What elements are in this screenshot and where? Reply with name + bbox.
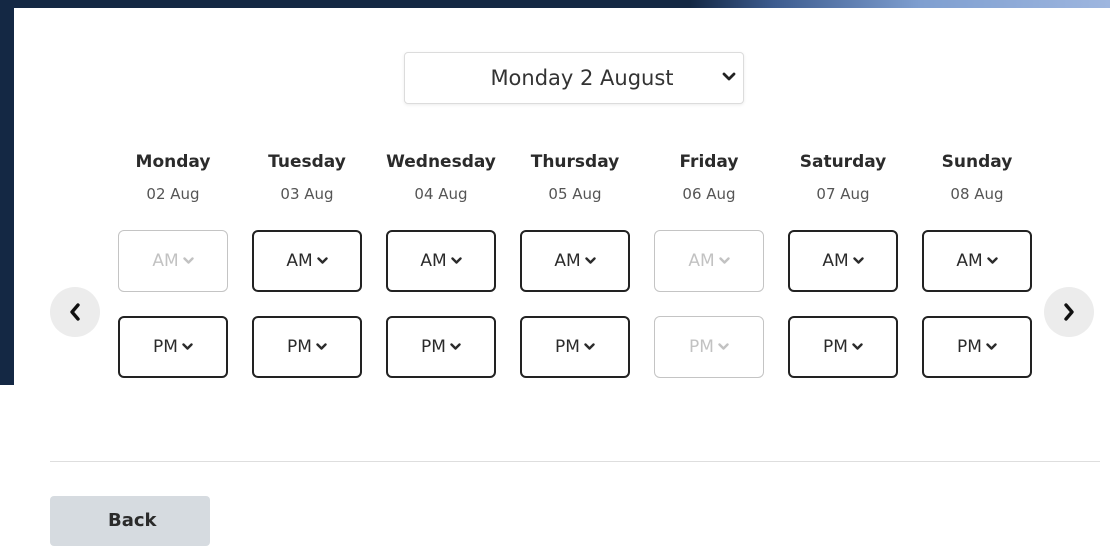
next-week-button[interactable] [1044,287,1094,337]
day-name: Thursday [530,152,620,172]
slot-label: AM [286,251,313,271]
day-name: Monday [135,152,211,172]
slot-label: AM [822,251,849,271]
slot-label: PM [957,337,982,357]
day-date: 03 Aug [280,185,334,203]
day-name: Tuesday [268,152,346,172]
slot-label: PM [689,337,714,357]
pm-select-wednesday[interactable]: PM [386,316,496,378]
previous-week-button[interactable] [50,287,100,337]
day-date: 04 Aug [414,185,468,203]
am-select-friday: AM [654,230,764,292]
chevron-right-icon [1064,303,1074,321]
chevron-down-icon [584,257,596,264]
chevron-down-icon [316,257,328,264]
day-column-tuesday: Tuesday 03 Aug [252,148,362,205]
chevron-down-icon [852,343,863,350]
chevron-down-icon [986,343,997,350]
slot-label: AM [420,251,447,271]
day-date: 07 Aug [816,185,870,203]
day-column-thursday: Thursday 05 Aug [520,148,630,205]
slot-label: PM [555,337,580,357]
day-column-saturday: Saturday 07 Aug [788,148,898,205]
day-column-monday: Monday 02 Aug [118,148,228,205]
chevron-down-icon [182,257,194,264]
selected-date-text: Monday 2 August [490,66,674,90]
am-select-saturday[interactable]: AM [788,230,898,292]
back-button[interactable]: Back [50,496,210,546]
pm-select-monday[interactable]: PM [118,316,228,378]
chevron-down-icon [852,257,864,264]
chevron-down-icon [182,343,193,350]
pm-select-friday: PM [654,316,764,378]
day-column-wednesday: Wednesday 04 Aug [386,148,496,205]
chevron-down-icon [450,257,462,264]
slot-label: AM [152,251,179,271]
am-select-sunday[interactable]: AM [922,230,1032,292]
pm-select-tuesday[interactable]: PM [252,316,362,378]
day-date: 06 Aug [682,185,736,203]
am-select-thursday[interactable]: AM [520,230,630,292]
slot-label: AM [688,251,715,271]
chevron-down-icon [316,343,327,350]
slot-label: PM [421,337,446,357]
pm-select-thursday[interactable]: PM [520,316,630,378]
am-select-wednesday[interactable]: AM [386,230,496,292]
day-date: 02 Aug [146,185,200,203]
day-name: Sunday [941,152,1013,172]
slot-label: PM [153,337,178,357]
slot-label: PM [287,337,312,357]
backdrop-accent [690,0,1110,8]
day-column-sunday: Sunday 08 Aug [922,148,1032,205]
day-column-friday: Friday 06 Aug [654,148,764,205]
chevron-down-icon [718,343,729,350]
chevron-left-icon [70,303,80,321]
chevron-down-icon [986,257,998,264]
slot-label: AM [956,251,983,271]
pm-select-sunday[interactable]: PM [922,316,1032,378]
chevron-down-icon [722,72,736,81]
day-name: Friday [679,152,739,172]
day-name: Wednesday [386,152,496,172]
am-select-monday: AM [118,230,228,292]
day-name: Saturday [799,152,887,172]
chevron-down-icon [718,257,730,264]
pm-select-saturday[interactable]: PM [788,316,898,378]
chevron-down-icon [584,343,595,350]
footer-divider [50,461,1100,462]
chevron-down-icon [450,343,461,350]
backdrop-left [0,0,14,385]
am-select-tuesday[interactable]: AM [252,230,362,292]
day-date: 08 Aug [950,185,1004,203]
slot-label: AM [554,251,581,271]
day-date: 05 Aug [548,185,602,203]
slot-label: PM [823,337,848,357]
